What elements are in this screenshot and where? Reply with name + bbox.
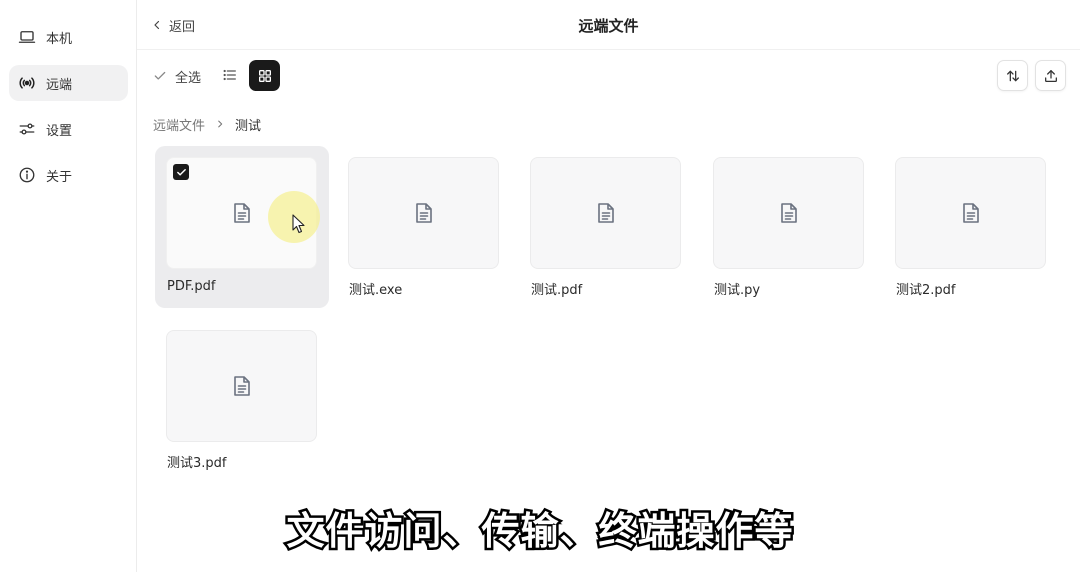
chevron-right-icon [218,120,223,128]
sort-arrows-icon [1006,70,1019,81]
document-icon [415,203,432,223]
file-name: 测试.py [714,283,761,298]
sidebar-item-label: 关于 [46,169,73,185]
sidebar-item-remote[interactable]: 远端 [9,65,128,101]
header: 返回 远端文件 [137,0,1080,50]
list-view-button[interactable] [219,64,241,86]
check-icon [154,71,166,80]
document-icon [597,203,614,223]
sidebar-item-settings[interactable]: 设置 [9,111,128,147]
grid-view-button[interactable] [249,60,280,91]
select-all-label: 全选 [175,70,202,86]
document-icon [233,203,250,223]
sort-button[interactable] [997,60,1028,91]
laptop-icon [18,28,36,46]
breadcrumb-current: 测试 [235,118,262,134]
sidebar-item-label: 设置 [46,123,73,139]
file-thumbnail [166,330,317,442]
select-all-checkbox[interactable]: 全选 [153,67,202,86]
upload-icon [1044,69,1057,82]
file-card[interactable]: 测试.exe [337,146,511,308]
video-subtitle: 文件访问、传输、终端操作等 [284,507,795,556]
check-icon [176,168,186,176]
sidebar-item-label: 远端 [46,77,73,93]
document-icon [780,203,797,223]
file-name: 测试.exe [349,283,403,298]
sidebar: 本机 远端 设置 关于 [0,0,137,572]
app-window: 本机 远端 设置 关于 返回 远端文件 全选 远端文件 测试 PDF.pdf 测… [0,0,1080,572]
file-thumbnail [895,157,1046,269]
info-icon [18,166,36,184]
sliders-icon [18,120,36,138]
sidebar-item-label: 本机 [46,31,73,47]
broadcast-icon [18,74,36,92]
file-card[interactable]: 测试3.pdf [155,319,329,481]
sidebar-item-local[interactable]: 本机 [9,19,128,55]
file-thumbnail [348,157,499,269]
file-name: PDF.pdf [167,279,216,294]
file-name: 测试3.pdf [167,456,227,471]
page-title: 远端文件 [578,17,639,35]
list-icon [223,69,236,81]
file-card[interactable]: 测试.py [702,146,876,308]
file-card[interactable]: 测试2.pdf [884,146,1058,308]
mouse-pointer-icon [292,214,305,234]
breadcrumb-root[interactable]: 远端文件 [153,115,205,134]
file-card[interactable]: 测试.pdf [519,146,693,308]
sidebar-item-about[interactable]: 关于 [9,157,128,193]
breadcrumb: 远端文件 测试 [153,115,262,134]
document-icon [233,376,250,396]
upload-button[interactable] [1035,60,1066,91]
file-name: 测试.pdf [531,283,583,298]
file-name: 测试2.pdf [896,283,956,298]
file-thumbnail [713,157,864,269]
grid-icon [258,69,271,82]
file-thumbnail [530,157,681,269]
file-checkbox[interactable] [173,164,189,180]
document-icon [962,203,979,223]
